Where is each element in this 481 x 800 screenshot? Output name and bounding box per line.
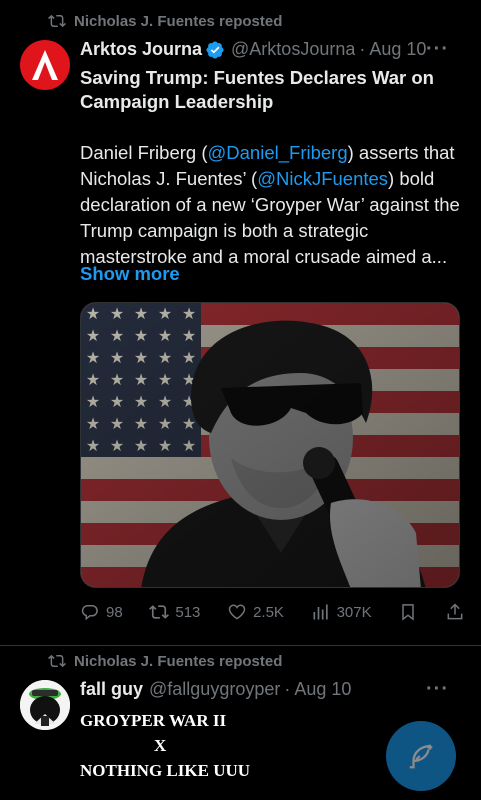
tweet-date[interactable]: Aug 10 — [369, 39, 426, 60]
tweet-header: fall guy @fallguygroyper · Aug 10 ··· — [80, 678, 467, 701]
repost-count: 513 — [175, 603, 201, 621]
tweet-line: NOTHING LIKE UUU — [80, 761, 251, 780]
frog-avatar-image — [20, 680, 70, 730]
avatar[interactable] — [20, 40, 70, 90]
tweet-divider — [0, 645, 481, 646]
repost-label: Nicholas J. Fuentes reposted — [74, 652, 283, 670]
tweet-date[interactable]: Aug 10 — [294, 679, 351, 700]
flag-portrait-image: ★ — [81, 303, 459, 587]
mention-link[interactable]: @NickJFuentes — [257, 168, 388, 189]
body-text: Daniel Friberg ( — [80, 142, 208, 163]
bookmark-icon — [402, 604, 415, 621]
arktos-logo-icon — [32, 50, 58, 80]
like-button[interactable]: 2.5K — [227, 602, 284, 622]
author-name[interactable]: Arktos Journa — [80, 39, 202, 60]
author-name[interactable]: fall guy — [80, 679, 143, 700]
compose-button[interactable] — [386, 721, 456, 791]
author-handle[interactable]: @ArktosJourna — [231, 39, 355, 60]
tweet-body: Daniel Friberg (@Daniel_Friberg) asserts… — [80, 140, 465, 270]
repost-icon — [149, 605, 170, 619]
tweet-title: Saving Trump: Fuentes Declares War on Ca… — [80, 67, 434, 112]
avatar[interactable] — [20, 680, 70, 730]
author-handle[interactable]: @fallguygroyper — [149, 679, 280, 700]
share-icon — [447, 603, 463, 620]
compose-icon — [409, 744, 433, 769]
repost-label: Nicholas J. Fuentes reposted — [74, 12, 283, 30]
tweet-line: GROYPER WAR II — [80, 711, 227, 730]
repost-indicator[interactable]: Nicholas J. Fuentes reposted — [48, 12, 282, 30]
bookmark-button[interactable] — [398, 602, 418, 622]
repost-icon — [48, 654, 66, 668]
reply-button[interactable]: 98 — [80, 602, 123, 622]
tweet-media-image[interactable]: ★ — [80, 302, 460, 588]
reply-icon — [81, 605, 98, 621]
like-icon — [228, 604, 246, 620]
more-icon[interactable]: ··· — [426, 678, 449, 701]
views-icon — [313, 604, 328, 620]
repost-icon — [48, 14, 66, 28]
tweet-actions: 98 513 2.5K 307K — [80, 602, 465, 622]
tweet-body: GROYPER WAR II X NOTHING LIKE UUU — [80, 708, 340, 783]
views-button[interactable]: 307K — [311, 602, 372, 622]
repost-button[interactable]: 513 — [149, 602, 200, 622]
tweet-header: Arktos Journa @ArktosJourna · Aug 10 ··· — [80, 38, 467, 61]
verified-badge-icon — [206, 40, 224, 59]
separator-dot: · — [284, 679, 291, 699]
show-more-link[interactable]: Show more — [80, 263, 180, 285]
repost-indicator[interactable]: Nicholas J. Fuentes reposted — [48, 652, 282, 670]
views-count: 307K — [336, 603, 372, 621]
separator-dot: · — [359, 39, 366, 59]
share-button[interactable] — [445, 602, 465, 622]
mention-link[interactable]: @Daniel_Friberg — [208, 142, 348, 163]
tweet-line: X — [154, 736, 167, 755]
reply-count: 98 — [106, 603, 123, 621]
more-icon[interactable]: ··· — [426, 38, 449, 61]
like-count: 2.5K — [253, 603, 284, 621]
